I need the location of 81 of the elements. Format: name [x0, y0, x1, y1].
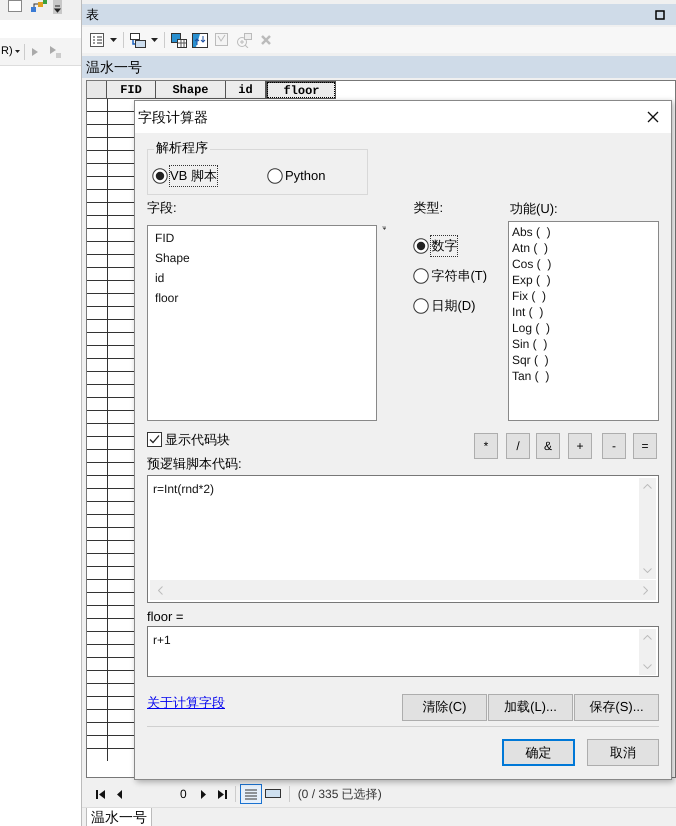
radio-label[interactable]: 日期(D) — [431, 296, 476, 316]
radio-button[interactable] — [413, 268, 430, 284]
selected-records-icon[interactable] — [264, 789, 281, 799]
expression-field[interactable]: r+1 — [147, 626, 659, 677]
function-item[interactable]: Fix ( ) — [512, 288, 658, 304]
radio-button[interactable] — [152, 168, 168, 184]
code-text[interactable]: r+1 — [153, 631, 171, 649]
fields-list[interactable]: FID Shape id floor — [147, 225, 377, 421]
field-item[interactable]: id — [155, 268, 376, 288]
function-item[interactable]: Atn ( ) — [512, 240, 658, 256]
dropdown-button[interactable]: R) — [0, 42, 20, 60]
radio-label[interactable]: 字符串(T) — [431, 266, 488, 286]
function-item[interactable]: Sin ( ) — [512, 336, 658, 352]
field-item[interactable]: Shape — [155, 248, 376, 268]
window-title: 表 — [86, 6, 99, 24]
radio-button[interactable] — [413, 298, 430, 314]
caret-icon[interactable] — [382, 226, 386, 230]
operator-button[interactable]: = — [633, 433, 657, 459]
header-corner[interactable] — [87, 81, 107, 99]
function-item[interactable]: Sqr ( ) — [512, 352, 658, 368]
operator-button[interactable]: / — [506, 433, 530, 459]
help-link[interactable]: 关于计算字段 — [147, 693, 225, 712]
radio-label[interactable]: 数字 — [431, 236, 458, 256]
dialog-button[interactable]: 清除(C) — [402, 694, 487, 720]
dialog-button[interactable]: 取消 — [587, 739, 659, 766]
checkbox[interactable] — [147, 432, 162, 448]
functions-label: 功能(U): — [510, 200, 559, 218]
dialog-title: 字段计算器 — [138, 108, 208, 126]
code-text[interactable]: r=Int(rnd*2) — [153, 480, 214, 498]
close-icon[interactable] — [647, 111, 659, 123]
column-header[interactable]: Shape — [156, 81, 226, 99]
code-block-label: 预逻辑脚本代码: — [147, 455, 243, 473]
next-record-icon[interactable] — [200, 790, 206, 798]
fields-label: 字段: — [147, 199, 178, 217]
layer-title: 温水一号 — [86, 58, 142, 76]
caret-icon[interactable] — [110, 38, 117, 42]
radio-label[interactable]: VB 脚本 — [170, 166, 217, 186]
first-record-icon[interactable] — [96, 790, 105, 798]
operator-button[interactable]: * — [474, 433, 498, 459]
radio-label[interactable]: Python — [285, 166, 326, 186]
selection-status: (0 / 335 已选择) — [298, 786, 382, 803]
caret-icon[interactable] — [151, 38, 158, 42]
function-item[interactable]: Log ( ) — [512, 320, 658, 336]
group-legend: 解析程序 — [154, 140, 210, 156]
maximize-icon[interactable] — [655, 10, 665, 20]
code-block-field[interactable]: r=Int(rnd*2) — [147, 475, 659, 603]
select-by-attributes-icon[interactable] — [171, 32, 187, 48]
table-options-icon[interactable] — [90, 33, 104, 47]
operator-button[interactable]: & — [536, 433, 560, 459]
related-tables-icon[interactable] — [130, 32, 146, 48]
column-header[interactable]: floor — [266, 81, 336, 99]
operator-button[interactable]: + — [568, 433, 592, 459]
layer-tab[interactable]: 温水一号 — [86, 808, 152, 826]
expression-label: floor = — [147, 609, 184, 625]
function-item[interactable]: Cos ( ) — [512, 256, 658, 272]
all-records-icon[interactable] — [240, 784, 262, 804]
switch-selection-icon[interactable] — [192, 32, 208, 48]
overflow-icon[interactable] — [53, 0, 62, 14]
function-item[interactable]: Tan ( ) — [512, 368, 658, 384]
caret-icon — [14, 50, 20, 53]
checkbox-label[interactable]: 显示代码块 — [165, 430, 230, 450]
function-item[interactable]: Int ( ) — [512, 304, 658, 320]
radio-button[interactable] — [413, 238, 430, 254]
last-record-icon[interactable] — [218, 790, 227, 798]
field-item[interactable]: FID — [155, 228, 376, 248]
function-item[interactable]: Exp ( ) — [512, 272, 658, 288]
column-header[interactable]: FID — [107, 81, 156, 99]
type-label: 类型: — [413, 199, 444, 217]
column-header[interactable]: id — [226, 81, 266, 99]
dialog-button[interactable]: 加载(L)... — [488, 694, 573, 720]
field-item[interactable]: floor — [155, 288, 376, 308]
function-item[interactable]: Abs ( ) — [512, 224, 658, 240]
record-number: 0 — [180, 786, 187, 803]
dialog-button[interactable]: 保存(S)... — [574, 694, 659, 720]
radio-button[interactable] — [267, 168, 283, 184]
dialog-button[interactable]: 确定 — [502, 739, 575, 766]
previous-record-icon[interactable] — [117, 790, 122, 798]
hierarchy-icon[interactable] — [30, 0, 48, 14]
functions-list[interactable]: Abs ( ) Atn ( ) Cos ( ) Exp ( ) Fix ( ) Int ( ) Log ( ) Sin ( ) Sqr ( ) Tan ( ) — [508, 221, 659, 421]
box-icon[interactable] — [8, 0, 22, 12]
operator-button[interactable]: - — [602, 433, 626, 459]
